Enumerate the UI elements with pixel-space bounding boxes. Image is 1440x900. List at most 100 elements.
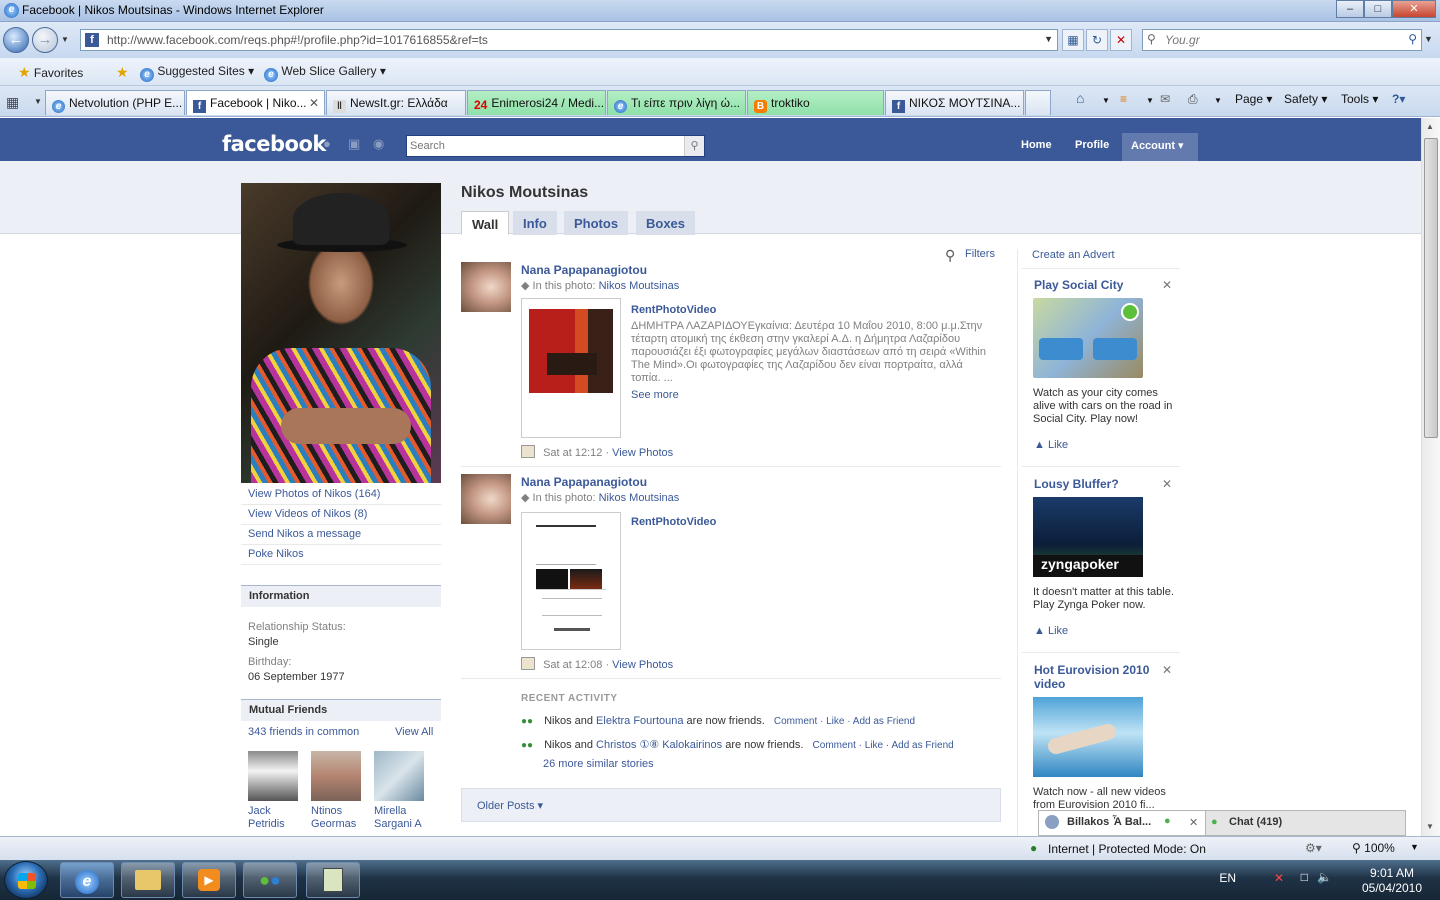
ad-image[interactable]: [1033, 697, 1143, 777]
create-advert-link[interactable]: Create an Advert: [1032, 249, 1115, 261]
safety-menu[interactable]: Safety ▾: [1284, 92, 1327, 106]
address-bar[interactable]: f http://www.facebook.com/reqs.php#!/pro…: [80, 29, 1058, 51]
close-ad-icon[interactable]: ✕: [1162, 278, 1172, 292]
taskbar-messenger-icon[interactable]: ●●: [243, 862, 297, 898]
zoom-dropdown-icon[interactable]: ▼: [1410, 842, 1419, 852]
close-ad-icon[interactable]: ✕: [1162, 477, 1172, 491]
print-icon[interactable]: ⎙: [1188, 92, 1198, 107]
maximize-button[interactable]: □: [1364, 0, 1392, 18]
search-icon[interactable]: ⚲: [1408, 32, 1417, 46]
ad-title[interactable]: Lousy Bluffer?: [1034, 477, 1119, 491]
ad-image[interactable]: zyngapoker: [1033, 497, 1143, 577]
tab-photos[interactable]: Photos: [564, 211, 629, 235]
quick-tabs-icon[interactable]: ▦: [6, 94, 19, 111]
network-icon[interactable]: ✕: [1274, 871, 1284, 885]
friend-tile[interactable]: Mirella Sargani A: [374, 751, 426, 831]
feeds-dropdown-icon[interactable]: ▼: [1146, 96, 1154, 105]
send-message-link[interactable]: Send Nikos a message: [241, 525, 441, 545]
friend-avatar[interactable]: [311, 751, 361, 801]
photo-attachment[interactable]: [521, 512, 621, 650]
friends-in-common-link[interactable]: 343 friends in common: [248, 726, 359, 738]
friend-avatar[interactable]: [374, 751, 424, 801]
web-slice-gallery-link[interactable]: e Web Slice Gallery ▾: [264, 64, 386, 82]
volume-icon[interactable]: 🔈: [1317, 870, 1332, 884]
start-button[interactable]: [4, 861, 48, 899]
scroll-up-icon[interactable]: ▲: [1426, 122, 1434, 131]
tab-newsit[interactable]: ‖ NewsIt.gr: Ελλάδα: [326, 90, 466, 115]
attachment-title[interactable]: RentPhotoVideo: [631, 304, 716, 316]
compatibility-view-icon[interactable]: ▦: [1062, 29, 1084, 51]
tab-wall[interactable]: Wall: [461, 211, 510, 235]
more-stories-link[interactable]: 26 more similar stories: [543, 758, 654, 770]
scrollbar-thumb[interactable]: [1424, 138, 1438, 438]
older-posts-button[interactable]: Older Posts ▾: [461, 788, 1001, 822]
tab-nikos-moutsinas[interactable]: f ΝΙΚΟΣ ΜΟΥΤΣΙΝΑ...: [885, 90, 1024, 115]
tab-boxes[interactable]: Boxes: [636, 211, 696, 235]
home-icon[interactable]: ⌂: [1076, 90, 1084, 106]
view-photos-link[interactable]: View Photos of Nikos (164): [241, 485, 441, 505]
taskbar-calculator-icon[interactable]: [306, 862, 360, 898]
post-author[interactable]: Nana Papapanagiotou: [521, 475, 647, 489]
friend-tile[interactable]: Ntinos Geormas: [311, 751, 363, 831]
photo-attachment[interactable]: [521, 298, 621, 438]
nav-home[interactable]: Home: [1021, 139, 1052, 151]
facebook-search-input[interactable]: Search ⚲: [406, 135, 705, 157]
tools-menu[interactable]: Tools ▾: [1341, 92, 1378, 106]
feeds-icon[interactable]: ≡: [1120, 92, 1127, 106]
notifications-icon[interactable]: ◉: [373, 136, 388, 151]
tab-netvolution[interactable]: e Netvolution (PHP E...: [45, 90, 185, 115]
search-icon[interactable]: ⚲: [684, 136, 704, 156]
new-tab-button[interactable]: [1025, 90, 1051, 115]
zoom-level[interactable]: ⚲ 100%: [1352, 841, 1395, 855]
author-avatar[interactable]: [461, 474, 511, 524]
ad-image[interactable]: [1033, 298, 1143, 378]
address-dropdown-icon[interactable]: ▼: [1044, 34, 1053, 44]
filters-icon[interactable]: ⚲: [945, 247, 955, 264]
taskbar-explorer-icon[interactable]: [121, 862, 175, 898]
see-more-link[interactable]: See more: [631, 389, 679, 401]
close-window-button[interactable]: ✕: [1392, 0, 1436, 18]
refresh-icon[interactable]: ↻: [1086, 29, 1108, 51]
poke-link[interactable]: Poke Nikos: [241, 545, 441, 565]
filters-link[interactable]: Filters: [965, 248, 995, 260]
tab-list-icon[interactable]: ▼: [34, 97, 42, 106]
close-ad-icon[interactable]: ✕: [1162, 663, 1172, 677]
nav-profile[interactable]: Profile: [1075, 139, 1109, 151]
facebook-logo[interactable]: facebook: [222, 132, 326, 156]
chat-tab[interactable]: Billakos Ἇ Bal... ● ✕: [1039, 811, 1206, 835]
nav-account[interactable]: Account ▾: [1131, 139, 1184, 152]
tab-troktiko[interactable]: Btroktiko: [747, 90, 884, 115]
profile-picture[interactable]: [241, 183, 441, 483]
tab-enimerosi24[interactable]: 24 Enimerosi24 / Medi...: [467, 90, 606, 115]
page-menu[interactable]: Page ▾: [1235, 92, 1272, 106]
language-indicator[interactable]: EN: [1219, 871, 1236, 885]
url-text[interactable]: http://www.facebook.com/reqs.php#!/profi…: [107, 33, 488, 47]
suggested-sites-link[interactable]: e Suggested Sites ▾: [140, 64, 254, 82]
close-chat-icon[interactable]: ✕: [1189, 816, 1198, 829]
read-mail-icon[interactable]: ✉: [1160, 92, 1170, 106]
ad-title[interactable]: Play Social City: [1034, 278, 1123, 292]
stop-icon[interactable]: ✕: [1110, 29, 1132, 51]
close-tab-icon[interactable]: ✕: [309, 96, 319, 110]
ad-like-button[interactable]: ▲ Like: [1034, 625, 1068, 637]
ad-title[interactable]: Hot Eurovision 2010 video: [1034, 663, 1154, 691]
chat-button[interactable]: Chat (419): [1229, 816, 1282, 828]
search-box[interactable]: ⚲ You.gr ⚲: [1142, 29, 1422, 51]
view-videos-link[interactable]: View Videos of Nikos (8): [241, 505, 441, 525]
taskbar-media-player-icon[interactable]: ▶: [182, 862, 236, 898]
author-avatar[interactable]: [461, 262, 511, 312]
print-dropdown-icon[interactable]: ▼: [1214, 96, 1222, 105]
attachment-title[interactable]: RentPhotoVideo: [631, 516, 716, 528]
clock[interactable]: 9:01 AM 05/04/2010: [1352, 866, 1432, 896]
recent-pages-dropdown-icon[interactable]: ▼: [61, 35, 69, 44]
friend-tile[interactable]: Jack Petridis: [248, 751, 300, 831]
back-button[interactable]: ←: [3, 27, 29, 53]
forward-button[interactable]: →: [32, 27, 58, 53]
minimize-button[interactable]: –: [1336, 0, 1364, 18]
help-icon[interactable]: ?▾: [1392, 92, 1405, 106]
vertical-scrollbar[interactable]: ▲ ▼: [1421, 118, 1440, 836]
action-center-icon[interactable]: □: [1301, 870, 1308, 884]
home-dropdown-icon[interactable]: ▼: [1102, 96, 1110, 105]
post-author[interactable]: Nana Papapanagiotou: [521, 263, 647, 277]
taskbar-ie-icon[interactable]: e: [60, 862, 114, 898]
